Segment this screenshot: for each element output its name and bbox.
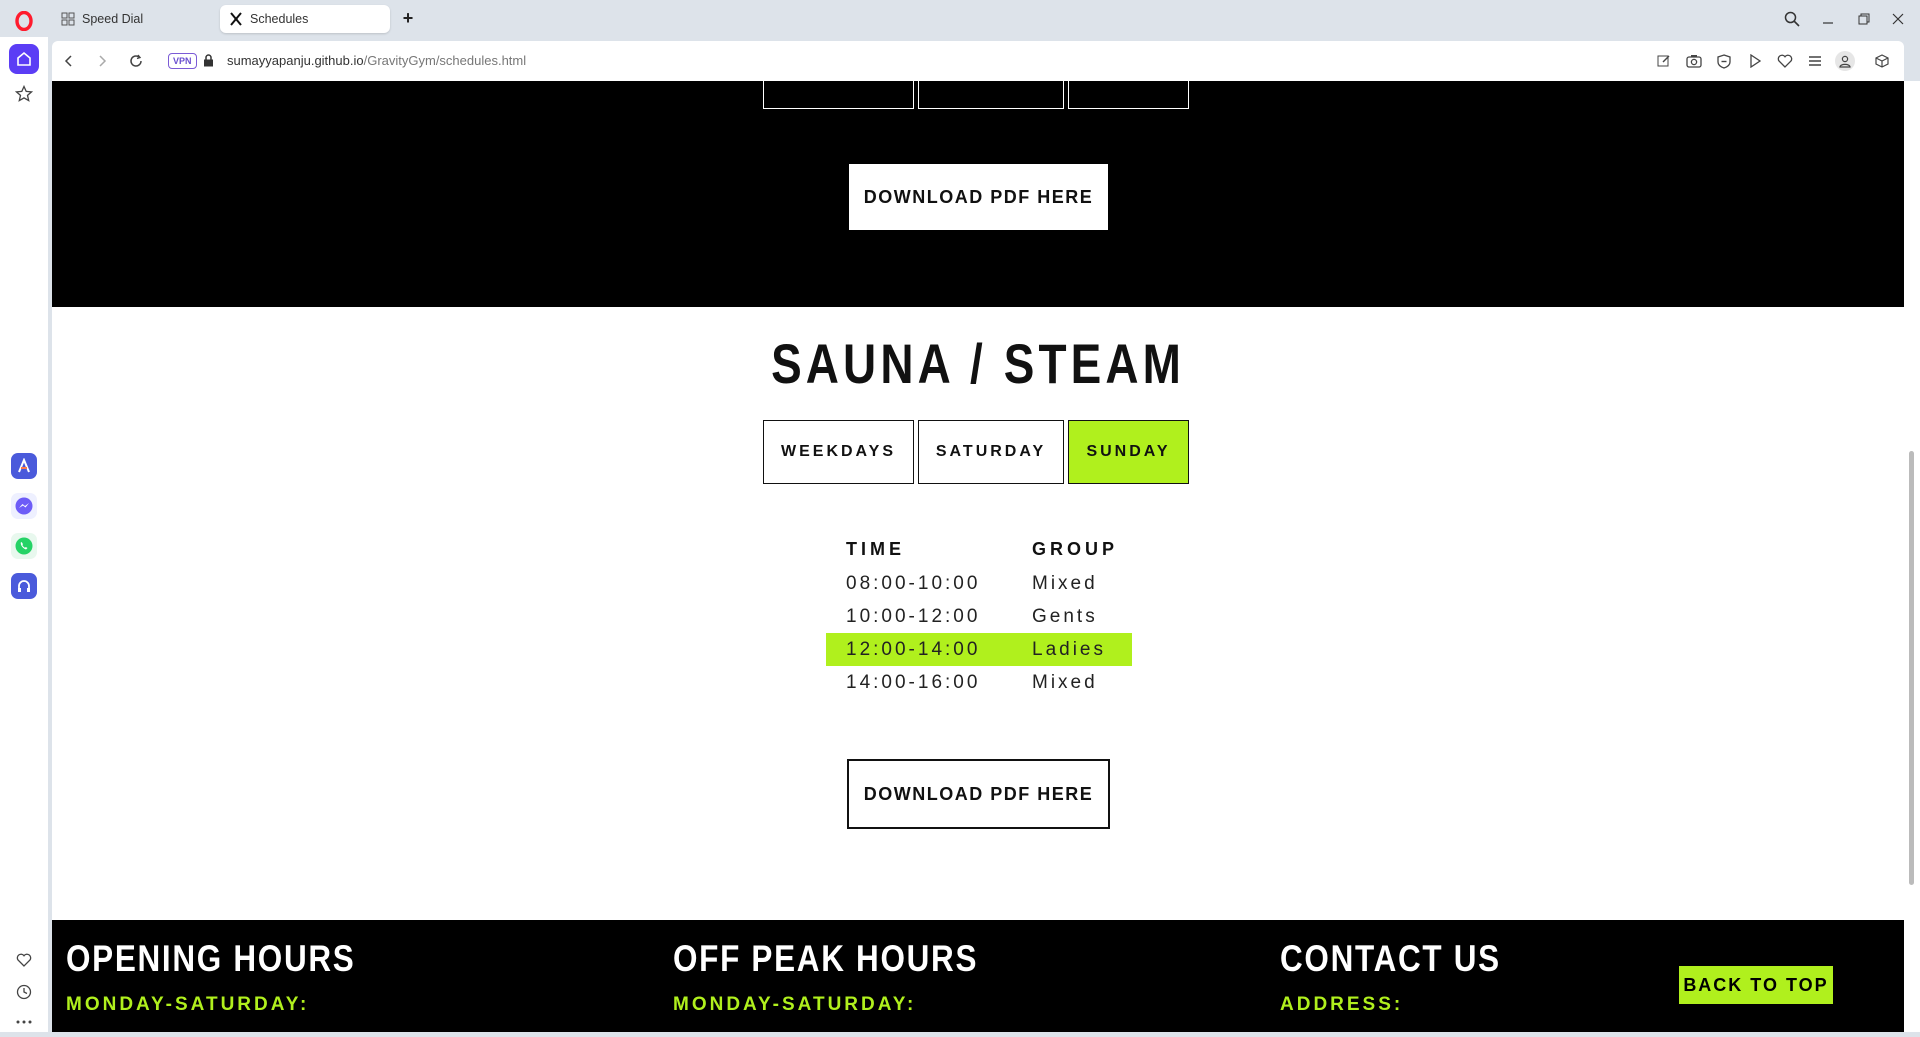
player-icon[interactable] [1745,51,1765,71]
url-host: sumayyapanju.github.io [227,53,364,68]
sidebar-home-icon[interactable] [9,44,39,74]
messenger-icon[interactable] [11,493,37,519]
restore-icon[interactable] [1851,6,1877,32]
sauna-day-tabs: WEEKDAYS SATURDAY SUNDAY [763,420,1189,484]
tab-sunday-selected[interactable]: SUNDAY [1068,420,1189,484]
opera-logo-icon[interactable] [14,11,34,31]
extensions-cube-icon[interactable] [1872,51,1892,71]
gym-favicon-icon [230,12,242,26]
tab-sunday[interactable]: SUNDAY [1068,81,1189,109]
search-tabs-icon[interactable] [1779,6,1805,32]
page-content: WEEKDAYS SATURDAY SUNDAY DOWNLOAD PDF HE… [52,81,1904,1032]
url-path: /GravityGym/schedules.html [363,53,527,68]
time-cell: 12:00-14:00 [846,638,981,660]
footer-subheading: ADDRESS: [1280,994,1404,1015]
speed-dial-icon [61,12,75,26]
minimize-icon[interactable] [1815,6,1841,32]
lock-icon[interactable] [203,54,214,67]
tab-bar: Speed Dial Schedules + [0,0,1920,37]
time-cell: 10:00-12:00 [846,605,981,627]
aria-ai-icon[interactable] [11,453,37,479]
previous-day-tabs: WEEKDAYS SATURDAY SUNDAY [763,81,1189,109]
footer-heading: OFF PEAK HOURS [673,938,979,979]
group-column-header: GROUP [1032,538,1119,559]
tab-saturday[interactable]: SATURDAY [918,81,1064,109]
footer-subheading: MONDAY-SATURDAY: [66,994,310,1015]
group-cell: Mixed [1032,572,1098,594]
table-row: 10:00-12:00 Gents [826,600,1132,633]
whatsapp-icon[interactable] [11,533,37,559]
easy-setup-icon[interactable] [1805,51,1825,71]
music-player-icon[interactable] [11,573,37,599]
back-icon[interactable] [59,51,79,71]
tab-weekdays[interactable]: WEEKDAYS [763,420,914,484]
group-cell: Gents [1032,605,1098,627]
tab-weekdays[interactable]: WEEKDAYS [763,81,914,109]
heart-icon[interactable] [1775,51,1795,71]
url-field[interactable]: sumayyapanju.github.io/GravityGym/schedu… [227,53,526,68]
scrollbar-thumb[interactable] [1909,451,1914,885]
camera-icon[interactable] [1684,51,1704,71]
tab-label: Schedules [250,12,309,26]
profile-icon[interactable] [1835,51,1855,71]
footer-subheading: MONDAY-SATURDAY: [673,994,917,1015]
tab-saturday[interactable]: SATURDAY [918,420,1064,484]
previous-schedule-section: WEEKDAYS SATURDAY SUNDAY DOWNLOAD PDF HE… [52,81,1904,307]
tab-speed-dial[interactable]: Speed Dial [52,5,217,33]
footer-off-peak-hours: OFF PEAK HOURS MONDAY-SATURDAY: [673,938,1032,1016]
adblock-shield-icon[interactable] [1714,51,1734,71]
back-to-top-button[interactable]: BACK TO TOP [1679,966,1833,1004]
new-tab-button[interactable]: + [398,9,418,29]
sidebar [0,37,48,1032]
forward-icon[interactable] [92,51,112,71]
reload-icon[interactable] [126,51,146,71]
address-bar: VPN sumayyapanju.github.io/GravityGym/sc… [52,41,1904,81]
footer-contact-us: CONTACT US ADDRESS: [1280,938,1540,1016]
sidebar-more-icon[interactable] [9,1007,39,1037]
download-pdf-button[interactable]: DOWNLOAD PDF HERE [849,164,1108,230]
close-window-icon[interactable] [1885,6,1911,32]
footer-opening-hours: OPENING HOURS MONDAY-SATURDAY: [66,938,407,1016]
group-cell: Mixed [1032,671,1098,693]
footer: OPENING HOURS MONDAY-SATURDAY: OFF PEAK … [52,920,1904,1032]
download-pdf-button[interactable]: DOWNLOAD PDF HERE [847,759,1110,829]
time-column-header: TIME [846,538,905,559]
table-row: 14:00-16:00 Mixed [826,666,1132,699]
table-row-highlighted: 12:00-14:00 Ladies [826,633,1132,666]
schedule-table: TIME GROUP 08:00-10:00 Mixed 10:00-12:00… [826,531,1132,699]
page-scrollbar[interactable] [1904,81,1920,1032]
time-cell: 14:00-16:00 [846,671,981,693]
snapshot-edit-icon[interactable] [1654,51,1674,71]
sidebar-heart-icon[interactable] [9,945,39,975]
sidebar-bookmarks-star-icon[interactable] [9,79,39,109]
time-cell: 08:00-10:00 [846,572,981,594]
tab-label: Speed Dial [82,12,144,26]
footer-heading: OPENING HOURS [66,938,356,979]
sidebar-history-clock-icon[interactable] [9,977,39,1007]
table-header: TIME GROUP [826,531,1132,567]
footer-heading: CONTACT US [1280,938,1501,979]
group-cell: Ladies [1032,638,1106,660]
table-row: 08:00-10:00 Mixed [826,567,1132,600]
tab-schedules[interactable]: Schedules [220,5,390,33]
vpn-badge[interactable]: VPN [168,53,197,69]
section-title: SAUNA / STEAM [771,332,1185,395]
